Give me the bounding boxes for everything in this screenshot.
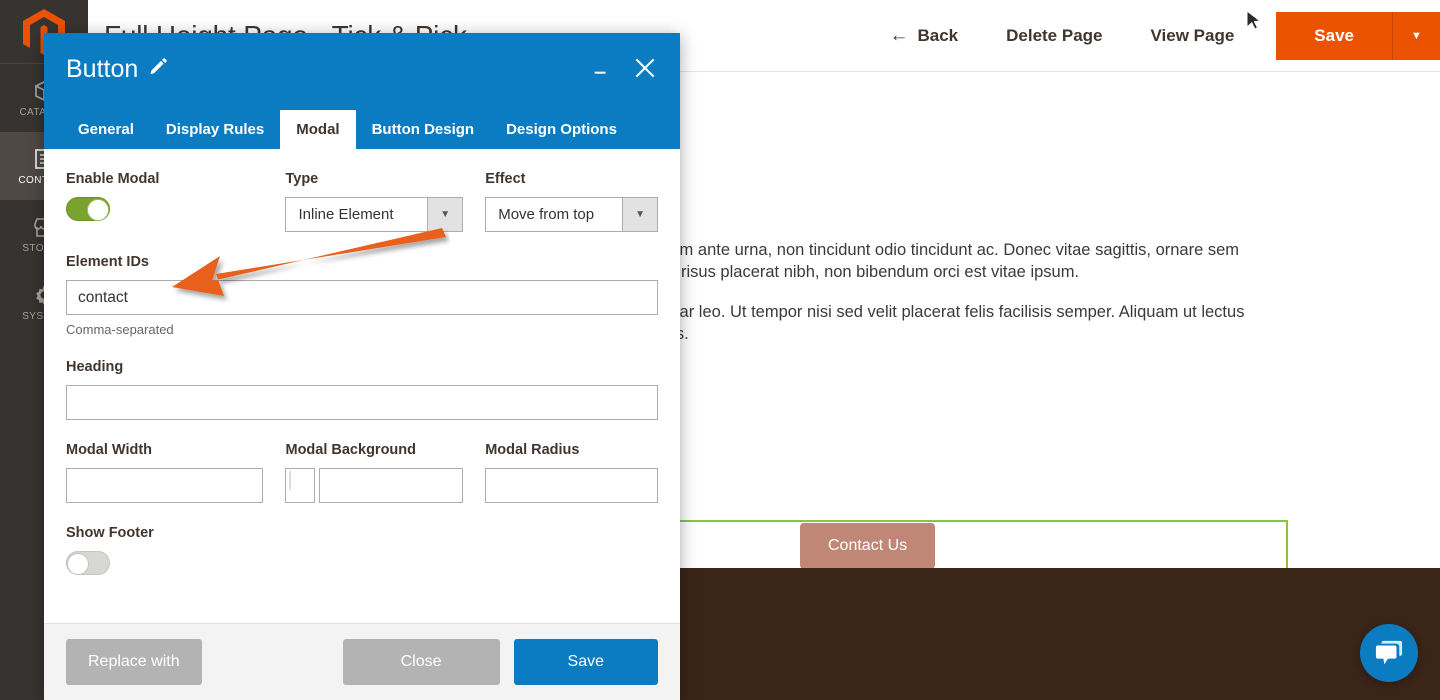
swatch-inner — [289, 471, 292, 490]
dialog-tabs: General Display Rules Modal Button Desig… — [44, 105, 680, 149]
field-heading: Heading — [66, 359, 658, 420]
heading-input[interactable] — [66, 385, 658, 420]
save-split-button: Save ▼ — [1276, 11, 1440, 60]
dialog-body: Enable Modal Type Inline Element ▼ Effec… — [44, 149, 680, 623]
back-button[interactable]: ← Back — [865, 0, 982, 71]
field-effect: Effect Move from top ▼ — [485, 171, 659, 232]
dialog-footer: Replace with Close Save — [44, 623, 680, 700]
dialog-header: Button General Display Rules Modal Butto… — [44, 33, 680, 149]
modal-width-input[interactable] — [66, 468, 264, 503]
modal-background-input[interactable] — [318, 468, 464, 503]
heading-label: Heading — [66, 359, 124, 375]
button-settings-dialog: Button General Display Rules Modal Butto… — [44, 33, 680, 700]
modal-radius-input[interactable] — [485, 468, 659, 503]
chevron-down-icon: ▼ — [622, 198, 658, 231]
tab-design-options[interactable]: Design Options — [490, 110, 633, 149]
effect-select[interactable]: Move from top ▼ — [485, 197, 659, 232]
effect-label: Effect — [485, 171, 526, 187]
modal-radius-label: Modal Radius — [485, 442, 580, 458]
tab-general[interactable]: General — [62, 110, 150, 149]
field-enable-modal: Enable Modal — [66, 171, 263, 232]
show-footer-toggle[interactable] — [66, 551, 110, 575]
element-ids-input[interactable] — [66, 280, 658, 315]
chevron-down-icon[interactable]: ▼ — [1392, 11, 1440, 60]
type-select[interactable]: Inline Element ▼ — [285, 197, 464, 232]
type-label: Type — [285, 171, 319, 187]
type-select-value: Inline Element — [298, 206, 394, 223]
screen-root: CATALOG CONTENT STORES SYSTEM — [0, 0, 1440, 700]
delete-page-button[interactable]: Delete Page — [982, 0, 1126, 71]
tab-modal[interactable]: Modal — [280, 110, 356, 149]
field-type: Type Inline Element ▼ — [285, 171, 464, 232]
field-modal-width: Modal Width — [66, 442, 264, 503]
effect-select-value: Move from top — [498, 206, 595, 223]
chat-bubble-icon — [1375, 640, 1403, 665]
save-button[interactable]: Save — [1276, 11, 1392, 60]
toggle-knob — [87, 199, 109, 221]
tab-display-rules[interactable]: Display Rules — [150, 110, 280, 149]
enable-modal-toggle[interactable] — [66, 197, 110, 221]
dialog-title-row: Button — [66, 55, 168, 84]
back-label: Back — [917, 25, 959, 45]
replace-with-button[interactable]: Replace with — [66, 639, 202, 685]
close-icon[interactable] — [632, 55, 658, 85]
modal-width-label: Modal Width — [66, 442, 153, 458]
row-modal-style: Modal Width Modal Background Modal Radiu… — [66, 442, 659, 503]
modal-background-label: Modal Background — [285, 442, 416, 458]
field-modal-radius: Modal Radius — [485, 442, 659, 503]
element-ids-label: Element IDs — [66, 254, 149, 270]
tab-button-design[interactable]: Button Design — [356, 110, 491, 149]
view-page-button[interactable]: View Page — [1127, 0, 1259, 71]
field-modal-background: Modal Background — [285, 442, 464, 503]
show-footer-label: Show Footer — [66, 525, 154, 541]
dialog-save-button[interactable]: Save — [513, 639, 658, 685]
close-button[interactable]: Close — [342, 639, 500, 685]
pencil-icon[interactable] — [148, 55, 168, 84]
toggle-knob — [67, 553, 89, 575]
row-modal-basics: Enable Modal Type Inline Element ▼ Effec… — [66, 171, 659, 232]
enable-modal-label: Enable Modal — [66, 171, 160, 187]
arrow-left-icon: ← — [889, 24, 909, 46]
topbar-actions: ← Back Delete Page View Page Save ▼ — [865, 0, 1440, 71]
field-show-footer: Show Footer — [66, 525, 658, 575]
no-color-swatch[interactable] — [285, 468, 315, 503]
element-ids-help: Comma-separated — [66, 322, 174, 337]
contact-us-button[interactable]: Contact Us — [800, 523, 936, 569]
window-controls — [590, 55, 658, 85]
chevron-down-icon: ▼ — [427, 198, 463, 231]
dialog-title: Button — [66, 55, 139, 83]
chat-bubble-button[interactable] — [1360, 624, 1418, 682]
minimize-icon[interactable] — [590, 57, 612, 83]
field-element-ids: Element IDs Comma-separated — [66, 254, 658, 337]
